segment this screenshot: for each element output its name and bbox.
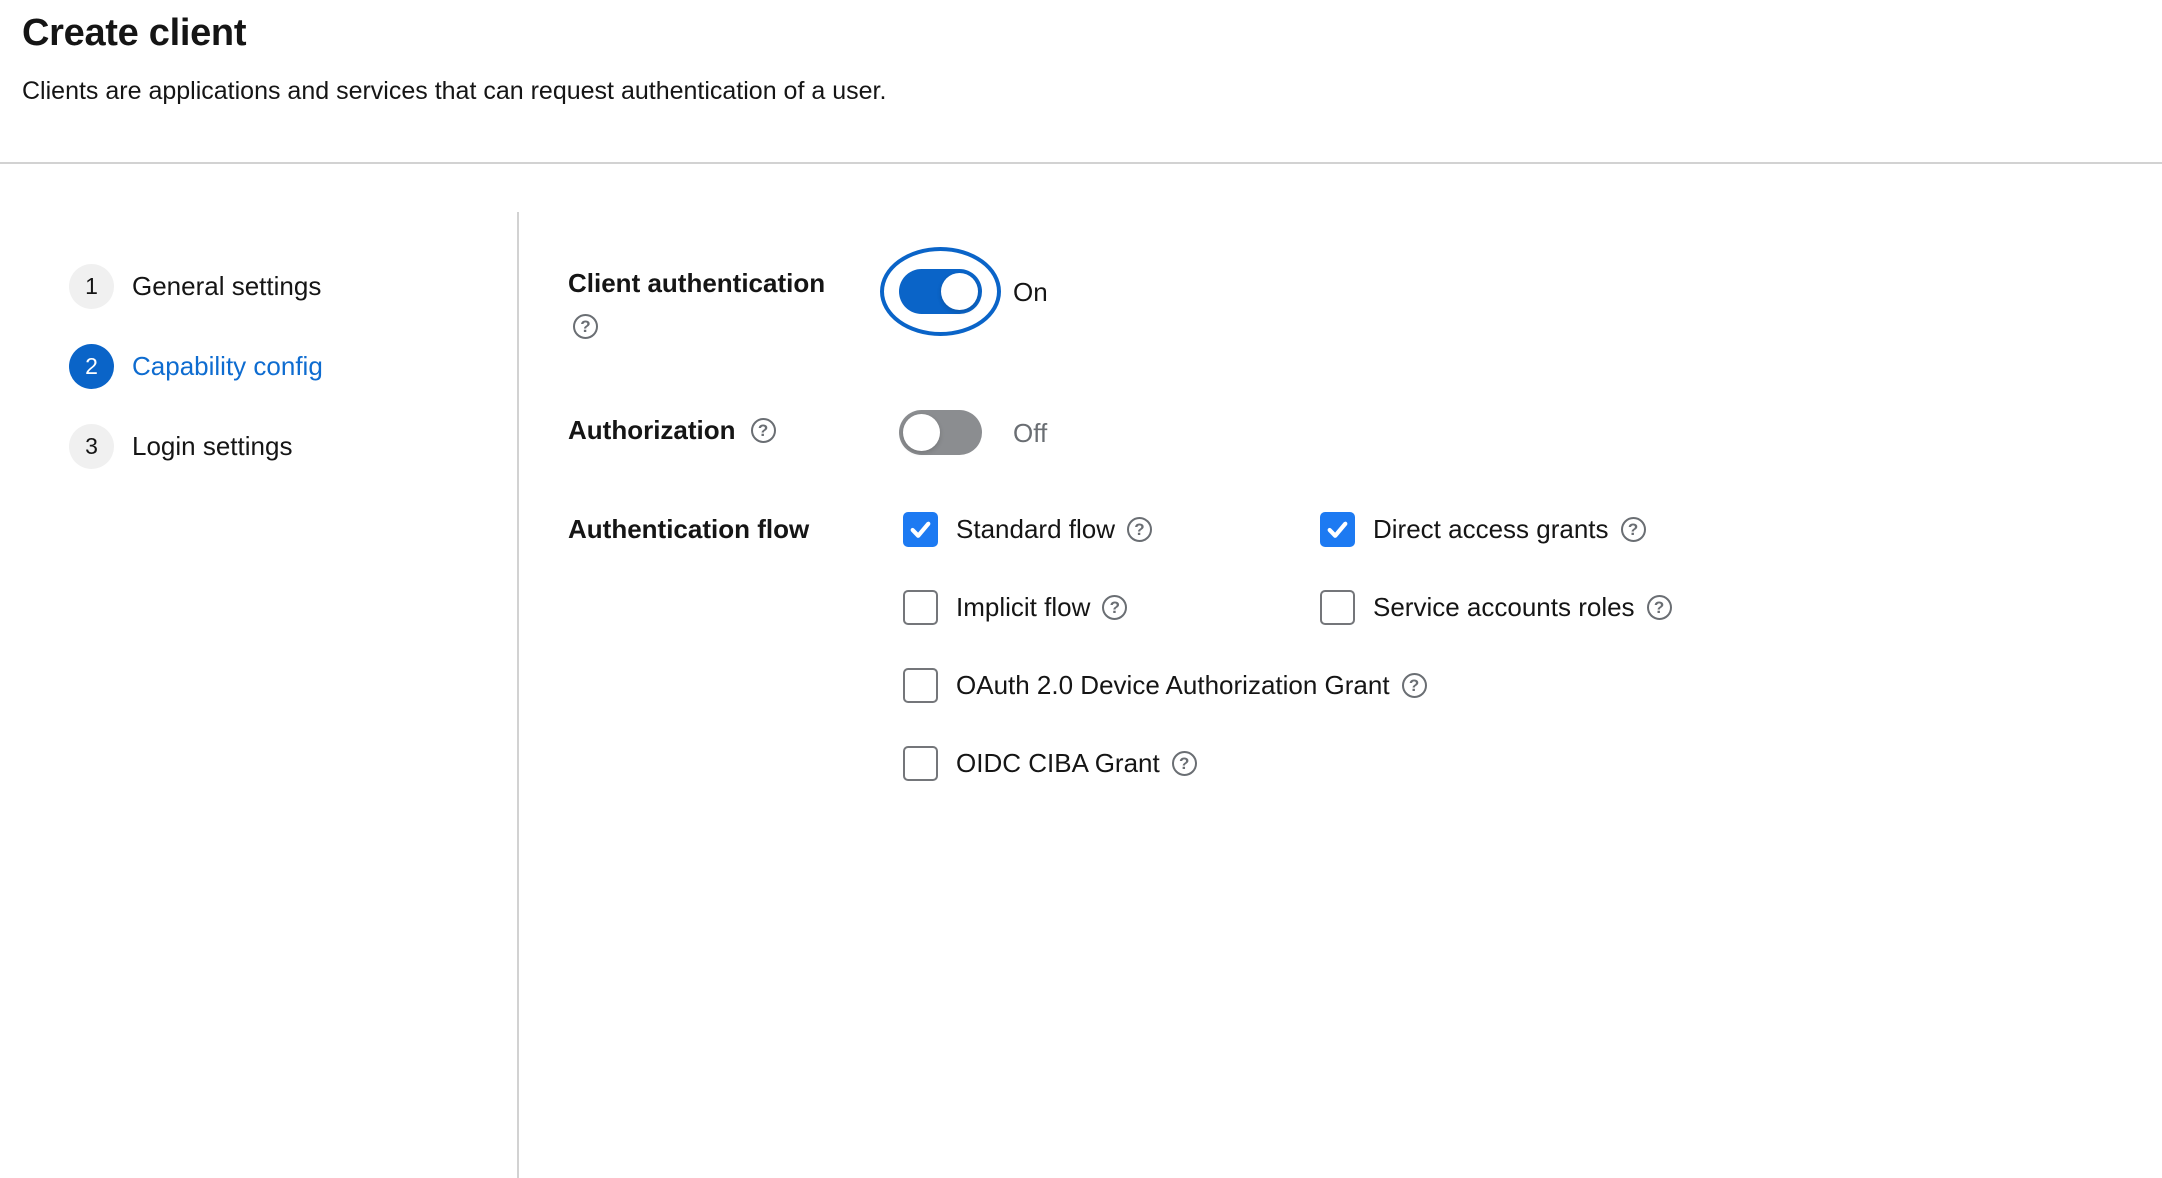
help-icon[interactable]: ? xyxy=(1402,673,1427,698)
checkbox-direct-access-grants[interactable] xyxy=(1320,512,1355,547)
help-icon[interactable]: ? xyxy=(751,418,776,443)
step-label: Capability config xyxy=(132,351,323,382)
client-authentication-toggle-wrap xyxy=(899,269,982,314)
authorization-toggle-wrap xyxy=(899,410,982,455)
client-authentication-label: Client authentication xyxy=(568,268,825,298)
client-authentication-toggle[interactable] xyxy=(899,269,982,314)
flow-option-oauth-device-grant: OAuth 2.0 Device Authorization Grant ? xyxy=(903,667,1320,703)
authorization-label-group: Authorization ? xyxy=(568,415,776,446)
page-title: Create client xyxy=(22,12,886,55)
header-divider xyxy=(0,162,2162,164)
client-authentication-label-group: Client authentication ? xyxy=(568,268,868,339)
flow-option-oidc-ciba-grant: OIDC CIBA Grant ? xyxy=(903,745,1320,781)
checkbox-oidc-ciba-grant[interactable] xyxy=(903,746,938,781)
help-icon[interactable]: ? xyxy=(1621,517,1646,542)
client-authentication-state: On xyxy=(1013,277,1048,307)
page-header: Create client Clients are applications a… xyxy=(22,12,886,106)
step-label: Login settings xyxy=(132,431,292,462)
authorization-label: Authorization xyxy=(568,415,736,446)
help-icon[interactable]: ? xyxy=(1172,751,1197,776)
wizard-step-general-settings[interactable]: 1 General settings xyxy=(69,264,323,309)
checkbox-standard-flow[interactable] xyxy=(903,512,938,547)
step-number-badge: 3 xyxy=(69,424,114,469)
flow-option-standard-flow: Standard flow ? xyxy=(903,511,1320,547)
authentication-flow-label: Authentication flow xyxy=(568,514,809,545)
help-icon[interactable]: ? xyxy=(1102,595,1127,620)
wizard-step-capability-config[interactable]: 2 Capability config xyxy=(69,344,323,389)
option-label[interactable]: OAuth 2.0 Device Authorization Grant xyxy=(956,670,1390,701)
option-label[interactable]: Implicit flow xyxy=(956,592,1090,623)
step-label: General settings xyxy=(132,271,321,302)
wizard-nav: 1 General settings 2 Capability config 3… xyxy=(69,264,323,469)
authentication-flow-options: Standard flow ? Direct access grants ? I… xyxy=(903,511,1672,781)
option-label[interactable]: Service accounts roles xyxy=(1373,592,1635,623)
checkmark-icon xyxy=(1325,517,1350,542)
flow-option-direct-access-grants: Direct access grants ? xyxy=(1320,511,1672,547)
toggle-knob xyxy=(941,273,978,310)
authorization-toggle[interactable] xyxy=(899,410,982,455)
option-label[interactable]: Standard flow xyxy=(956,514,1115,545)
help-icon[interactable]: ? xyxy=(1647,595,1672,620)
toggle-knob xyxy=(903,414,940,451)
page-subtitle: Clients are applications and services th… xyxy=(22,77,886,106)
checkbox-service-accounts-roles[interactable] xyxy=(1320,590,1355,625)
checkbox-implicit-flow[interactable] xyxy=(903,590,938,625)
option-label[interactable]: OIDC CIBA Grant xyxy=(956,748,1160,779)
step-number-badge: 2 xyxy=(69,344,114,389)
flow-option-implicit-flow: Implicit flow ? xyxy=(903,589,1320,625)
step-number-badge: 1 xyxy=(69,264,114,309)
help-icon[interactable]: ? xyxy=(1127,517,1152,542)
authorization-state: Off xyxy=(1013,418,1047,448)
wizard-step-login-settings[interactable]: 3 Login settings xyxy=(69,424,323,469)
checkbox-oauth-device-grant[interactable] xyxy=(903,668,938,703)
wizard-content-divider xyxy=(517,212,519,1178)
checkmark-icon xyxy=(908,517,933,542)
flow-option-service-accounts-roles: Service accounts roles ? xyxy=(1320,589,1672,625)
option-label[interactable]: Direct access grants xyxy=(1373,514,1609,545)
help-icon[interactable]: ? xyxy=(573,314,598,339)
